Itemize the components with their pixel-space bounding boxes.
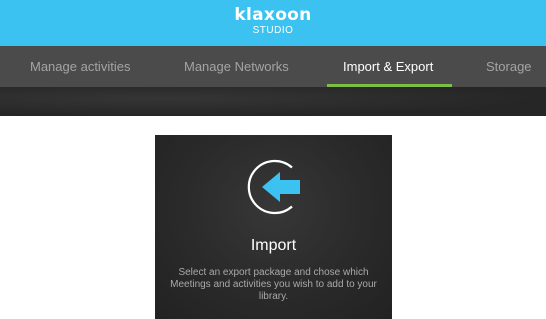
tab-manage-networks[interactable]: Manage Networks: [184, 46, 289, 87]
tab-import-export[interactable]: Import & Export: [343, 46, 433, 87]
main-nav: Manage activities Manage Networks Import…: [0, 46, 546, 87]
brand-logo: klaxoon: [234, 5, 312, 25]
section-banner: [0, 87, 546, 116]
tab-manage-activities[interactable]: Manage activities: [30, 46, 130, 87]
top-brand-bar: klaxoon STUDIO: [0, 0, 546, 46]
import-arrow-icon: [247, 159, 300, 215]
brand-subtitle: STUDIO: [252, 25, 294, 36]
tab-storage[interactable]: Storage: [486, 46, 532, 87]
import-description: Select an export package and chose which…: [170, 267, 377, 302]
import-title: Import: [250, 237, 297, 254]
